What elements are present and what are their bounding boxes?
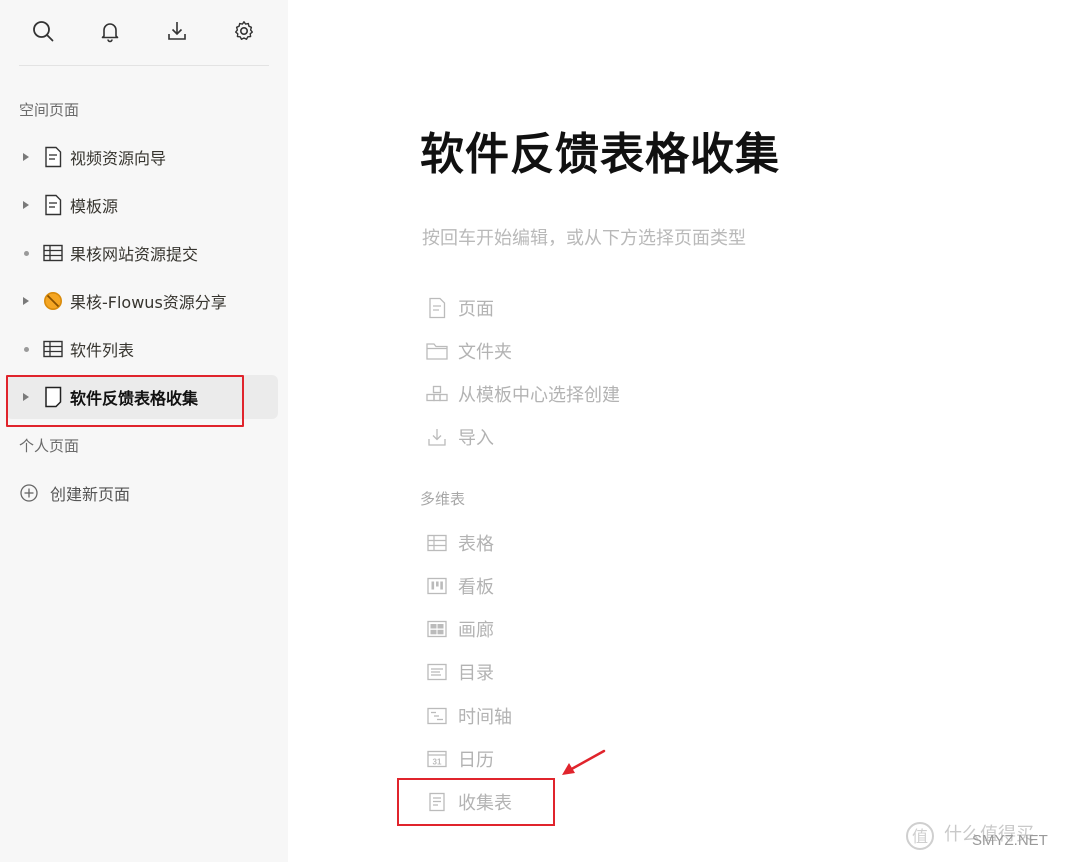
option-label: 页面 [458, 299, 494, 320]
option-label: 日历 [458, 750, 494, 771]
dot-icon [23, 346, 29, 352]
forbidden-emoji-icon [42, 290, 64, 312]
divider [19, 65, 269, 66]
page-icon [42, 146, 64, 168]
gear-icon[interactable] [229, 16, 259, 46]
caret-right-icon [23, 297, 29, 305]
expand-toggle[interactable] [12, 279, 40, 323]
search-icon[interactable] [28, 16, 58, 46]
option-table[interactable]: 表格 [426, 528, 494, 558]
option-import[interactable]: 导入 [426, 422, 494, 452]
import-icon [426, 426, 448, 448]
option-label: 导入 [458, 428, 494, 449]
caret-right-icon [23, 201, 29, 209]
page-icon [426, 297, 448, 319]
option-page[interactable]: 页面 [426, 293, 494, 323]
option-label: 收集表 [458, 793, 512, 814]
caret-right-icon [23, 153, 29, 161]
form-icon [426, 791, 448, 813]
option-label: 看板 [458, 577, 494, 598]
expand-toggle[interactable] [12, 375, 40, 419]
sidebar-item-resource-submit[interactable]: 果核网站资源提交 [6, 231, 278, 275]
plus-circle-icon [20, 484, 38, 502]
option-folder[interactable]: 文件夹 [426, 336, 512, 366]
sidebar-item-label: 模板源 [70, 197, 119, 216]
calendar-icon: 31 [426, 748, 448, 770]
page-title[interactable]: 软件反馈表格收集 [420, 118, 780, 182]
option-label: 画廊 [458, 620, 494, 641]
option-label: 文件夹 [458, 342, 512, 363]
sidebar-item-label: 软件列表 [70, 341, 135, 360]
option-kanban[interactable]: 看板 [426, 571, 494, 601]
page-icon [42, 194, 64, 216]
create-new-page-label: 创建新页面 [50, 485, 131, 504]
personal-section-title: 个人页面 [19, 437, 80, 455]
expand-toggle[interactable] [12, 183, 40, 227]
svg-text:31: 31 [433, 758, 442, 767]
option-label: 从模板中心选择创建 [458, 385, 620, 406]
sidebar-item-video-guide[interactable]: 视频资源向导 [6, 135, 278, 179]
option-template-center[interactable]: 从模板中心选择创建 [426, 379, 620, 409]
table-icon [426, 532, 448, 554]
sidebar-item-template-source[interactable]: 模板源 [6, 183, 278, 227]
sidebar-item-feedback-collection[interactable]: 软件反馈表格收集 [6, 375, 278, 419]
bell-icon[interactable] [95, 16, 125, 46]
editor-hint[interactable]: 按回车开始编辑，或从下方选择页面类型 [422, 224, 746, 250]
template-icon [426, 383, 448, 405]
sidebar-toolbar [0, 0, 288, 64]
expand-toggle[interactable] [12, 135, 40, 179]
database-section-title: 多维表 [420, 490, 466, 508]
blank-page-icon [42, 386, 64, 408]
kanban-icon [426, 575, 448, 597]
download-icon[interactable] [162, 16, 192, 46]
main-content: 软件反馈表格收集 按回车开始编辑，或从下方选择页面类型 页面 文件夹 从模板中心… [288, 0, 1072, 862]
option-form[interactable]: 收集表 [426, 787, 512, 817]
option-label: 目录 [458, 663, 494, 684]
annotation-arrow-icon [562, 749, 606, 775]
sidebar-item-label: 果核-Flowus资源分享 [70, 293, 227, 312]
sidebar-item-label: 软件反馈表格收集 [70, 389, 199, 408]
option-label: 时间轴 [458, 707, 512, 728]
bullet [12, 231, 40, 275]
caret-right-icon [23, 393, 29, 401]
option-gallery[interactable]: 画廊 [426, 614, 494, 644]
svg-text:值: 值 [912, 827, 928, 846]
option-timeline[interactable]: 时间轴 [426, 701, 512, 731]
bullet [12, 327, 40, 371]
sidebar-item-label: 果核网站资源提交 [70, 245, 199, 264]
table-icon [42, 242, 64, 264]
sidebar-item-flowus-share[interactable]: 果核-Flowus资源分享 [6, 279, 278, 323]
option-label: 表格 [458, 534, 494, 555]
space-section-title: 空间页面 [19, 101, 80, 119]
create-new-page-button[interactable]: 创建新页面 [19, 480, 130, 506]
sidebar-item-software-list[interactable]: 软件列表 [6, 327, 278, 371]
timeline-icon [426, 705, 448, 727]
dot-icon [23, 250, 29, 256]
list-icon [426, 661, 448, 683]
option-directory[interactable]: 目录 [426, 657, 494, 687]
gallery-icon [426, 618, 448, 640]
table-icon [42, 338, 64, 360]
sidebar-item-label: 视频资源向导 [70, 149, 167, 168]
folder-icon [426, 340, 448, 362]
sidebar: 空间页面 视频资源向导 模板源 果核网站资源提交 果核-Flowus资源分享 软… [0, 0, 288, 862]
watermark-text: SMYZ.NET [972, 832, 1048, 849]
option-calendar[interactable]: 31 日历 [426, 744, 494, 774]
